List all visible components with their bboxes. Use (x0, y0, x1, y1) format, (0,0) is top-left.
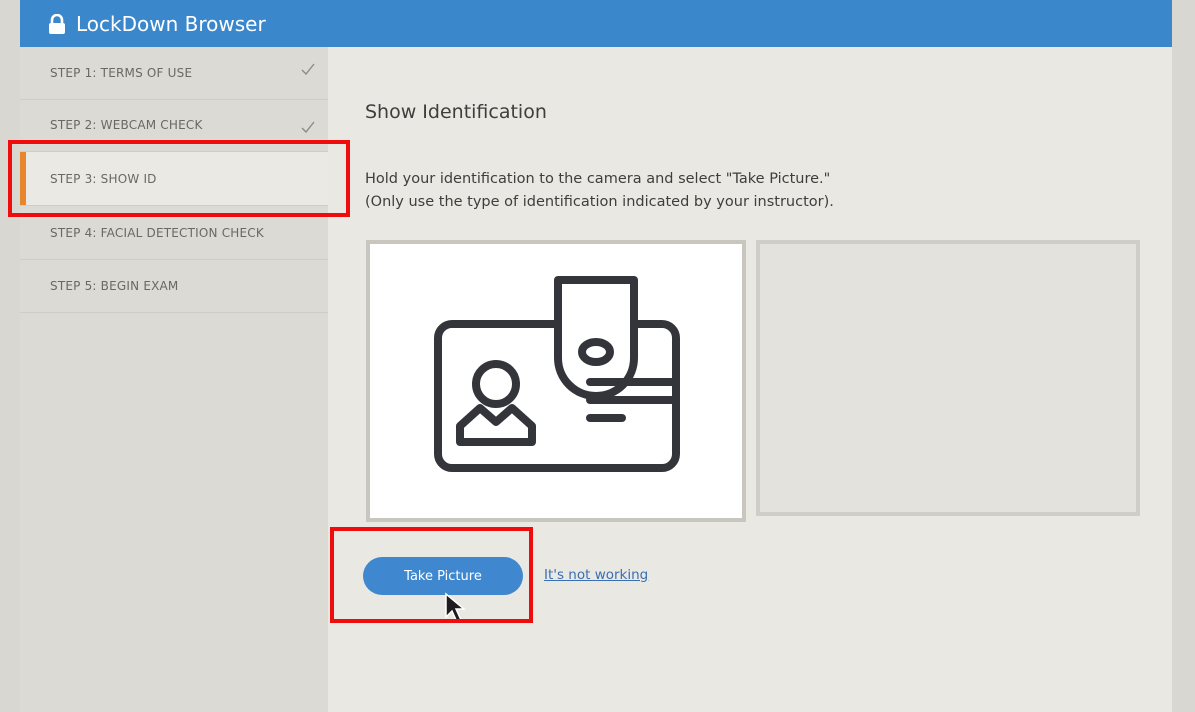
lockdown-browser-window: LockDown Browser STEP 1: TERMS OF USE ST… (20, 0, 1172, 712)
page-title: Show Identification (365, 101, 547, 123)
instruction-note: (Only use the type of identification ind… (365, 194, 834, 210)
sidebar-step-begin-exam[interactable]: STEP 5: BEGIN EXAM (20, 260, 328, 313)
captured-photo-preview (756, 240, 1140, 516)
app-title: LockDown Browser (76, 11, 266, 36)
step-label: STEP 5: BEGIN EXAM (50, 279, 179, 293)
step-label: STEP 4: FACIAL DETECTION CHECK (50, 226, 264, 240)
title-bar: LockDown Browser (20, 0, 1172, 47)
highlight-box-take-picture (330, 527, 533, 623)
instruction-line: Hold your identification to the camera a… (365, 171, 831, 187)
step-label: STEP 2: WEBCAM CHECK (50, 118, 203, 132)
not-working-link[interactable]: It's not working (544, 567, 648, 583)
highlight-box-step-3 (8, 140, 350, 217)
checkmark-icon (301, 63, 315, 75)
step-label: STEP 1: TERMS OF USE (50, 66, 193, 80)
lock-icon (49, 13, 65, 34)
id-badge-icon (434, 276, 680, 472)
webcam-preview (366, 240, 746, 522)
sidebar-step-terms-of-use[interactable]: STEP 1: TERMS OF USE (20, 47, 328, 100)
checkmark-icon (301, 121, 315, 133)
instructions: Hold your identification to the camera a… (365, 168, 834, 214)
